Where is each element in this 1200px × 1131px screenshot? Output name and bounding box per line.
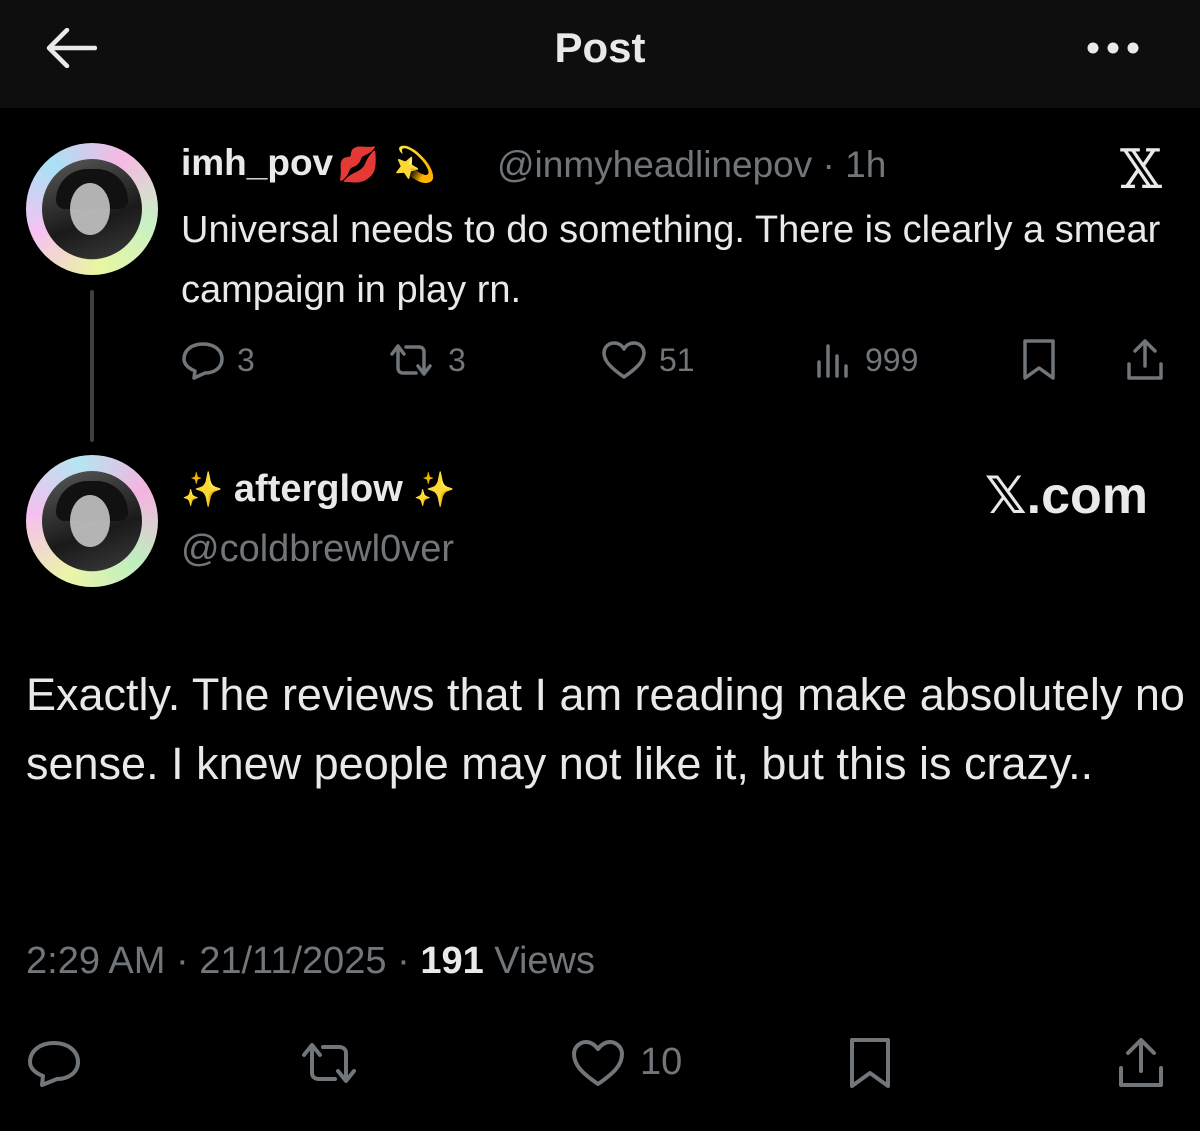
views-count: 191 bbox=[420, 940, 484, 982]
reply-button[interactable]: 3 bbox=[181, 330, 255, 390]
views-label: Views bbox=[483, 940, 595, 982]
like-button[interactable]: 51 bbox=[601, 330, 695, 390]
dizzy-emoji: 💫 bbox=[393, 146, 436, 185]
post-time: · 1h bbox=[822, 144, 887, 185]
page-title: Post bbox=[554, 24, 646, 71]
like-button[interactable]: 10 bbox=[570, 1025, 682, 1100]
avatar[interactable] bbox=[26, 455, 158, 587]
like-count: 51 bbox=[659, 341, 695, 378]
like-count: 10 bbox=[640, 1041, 683, 1083]
repost-count: 3 bbox=[448, 341, 466, 378]
share-icon bbox=[1119, 1037, 1163, 1087]
author-name[interactable]: imh_pov 💋 💫 bbox=[181, 142, 436, 185]
sparkles-emoji: ✨ bbox=[181, 471, 224, 509]
post-metadata: 2:29 AM · 21/11/2025 · 191 Views bbox=[26, 940, 595, 983]
repost-icon bbox=[302, 1042, 356, 1083]
bookmark-icon bbox=[850, 1037, 890, 1088]
heart-icon bbox=[572, 1039, 624, 1086]
repost-button[interactable] bbox=[298, 1025, 360, 1100]
bookmark-button[interactable] bbox=[846, 1025, 894, 1100]
bookmark-button[interactable] bbox=[1019, 330, 1059, 390]
post-text: Exactly. The reviews that I am reading m… bbox=[26, 669, 1185, 789]
views-button[interactable]: 999 bbox=[813, 330, 918, 390]
reply-icon bbox=[28, 1040, 80, 1087]
post-timestamp[interactable]: 2:29 AM · 21/11/2025 · bbox=[26, 940, 420, 982]
sparkles-emoji: ✨ bbox=[413, 471, 456, 509]
kiss-emoji: 💋 bbox=[337, 146, 380, 185]
post-action-bar: 3 3 51 999 bbox=[181, 330, 1171, 390]
heart-icon bbox=[602, 341, 646, 379]
share-icon bbox=[1127, 339, 1163, 380]
avatar[interactable] bbox=[26, 143, 158, 275]
bookmark-icon bbox=[1023, 339, 1055, 380]
display-name: afterglow bbox=[233, 468, 403, 510]
author-handle[interactable]: @inmyheadlinepov · 1h bbox=[497, 144, 886, 186]
post-action-bar: 10 bbox=[0, 1025, 1200, 1100]
reply-icon bbox=[182, 342, 224, 380]
display-name: imh_pov bbox=[181, 142, 334, 183]
more-options-button[interactable] bbox=[1078, 28, 1148, 68]
reply-count: 3 bbox=[237, 341, 255, 378]
repost-icon bbox=[390, 344, 432, 376]
views-chart-icon bbox=[817, 344, 848, 378]
share-button[interactable] bbox=[1123, 330, 1167, 390]
repost-button[interactable]: 3 bbox=[386, 330, 466, 390]
author-name[interactable]: ✨ afterglow ✨ bbox=[181, 468, 456, 511]
reply-button[interactable] bbox=[26, 1025, 82, 1100]
top-bar: Post bbox=[0, 0, 1200, 108]
author-handle[interactable]: @coldbrewl0ver bbox=[181, 528, 454, 571]
more-horizontal-icon bbox=[1087, 42, 1139, 54]
thread-connector-line bbox=[90, 290, 94, 442]
post-text: Universal needs to do something. There i… bbox=[181, 209, 1161, 311]
x-logo-icon: 𝕏 bbox=[1120, 138, 1162, 201]
site-label: 𝕏.com bbox=[984, 467, 1148, 525]
share-button[interactable] bbox=[1114, 1025, 1168, 1100]
views-count: 999 bbox=[865, 341, 919, 378]
